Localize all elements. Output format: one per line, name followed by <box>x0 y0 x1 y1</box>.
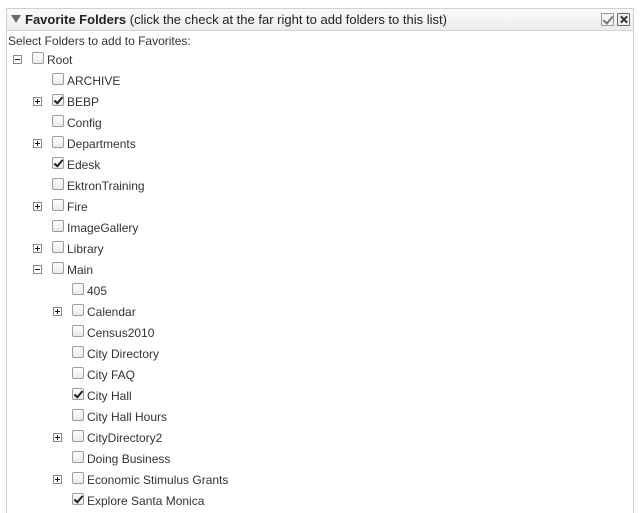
expand-icon[interactable] <box>33 244 42 253</box>
tree-row: ARCHIVE <box>7 73 607 91</box>
expand-icon[interactable] <box>53 433 62 442</box>
folder-label[interactable]: Calendar <box>87 305 136 319</box>
expand-icon[interactable] <box>33 202 42 211</box>
tree-row: 405 <box>7 283 607 301</box>
folder-checkbox[interactable] <box>72 409 84 421</box>
folder-checkbox[interactable] <box>52 157 64 169</box>
folder-label[interactable]: BEBP <box>67 95 99 109</box>
expand-icon[interactable] <box>33 97 42 106</box>
folder-label[interactable]: City Hall Hours <box>87 410 167 424</box>
folder-label[interactable]: Edesk <box>67 158 100 172</box>
collapse-icon[interactable] <box>33 265 42 274</box>
tree-row: Library <box>7 241 607 259</box>
folder-checkbox[interactable] <box>32 52 44 64</box>
expand-icon[interactable] <box>53 307 62 316</box>
panel-header: Favorite Folders (click the check at the… <box>7 9 633 31</box>
folder-checkbox[interactable] <box>72 472 84 484</box>
folder-checkbox[interactable] <box>52 241 64 253</box>
folder-checkbox[interactable] <box>72 493 84 505</box>
folder-label[interactable]: Library <box>67 242 104 256</box>
folder-label[interactable]: Explore Santa Monica <box>87 494 204 508</box>
folder-checkbox[interactable] <box>72 346 84 358</box>
folder-label[interactable]: Census2010 <box>87 326 154 340</box>
triangle-down-icon[interactable] <box>11 15 21 23</box>
tree-row: Doing Business <box>7 451 607 469</box>
tree-row: Economic Stimulus Grants <box>7 472 607 490</box>
folder-checkbox[interactable] <box>72 283 84 295</box>
folder-checkbox[interactable] <box>52 94 64 106</box>
folder-label[interactable]: City Directory <box>87 347 159 361</box>
check-icon[interactable] <box>601 13 614 26</box>
folder-checkbox[interactable] <box>72 325 84 337</box>
folder-checkbox[interactable] <box>52 178 64 190</box>
tree-row: CityDirectory2 <box>7 430 607 448</box>
tree-row: Main <box>7 262 607 280</box>
tree-row: EktronTraining <box>7 178 607 196</box>
expand-icon[interactable] <box>33 139 42 148</box>
folder-label[interactable]: City FAQ <box>87 368 135 382</box>
favorite-folders-panel: Favorite Folders (click the check at the… <box>6 8 634 513</box>
panel-title-main: Favorite Folders <box>25 12 127 27</box>
tree-row: City Hall <box>7 388 607 406</box>
folder-checkbox[interactable] <box>52 73 64 85</box>
folder-label[interactable]: CityDirectory2 <box>87 431 162 445</box>
folder-label[interactable]: Config <box>67 116 102 130</box>
folder-checkbox[interactable] <box>52 136 64 148</box>
tree-row: City Hall Hours <box>7 409 607 427</box>
folder-checkbox[interactable] <box>52 220 64 232</box>
folder-checkbox[interactable] <box>52 262 64 274</box>
folder-label[interactable]: EktronTraining <box>67 179 145 193</box>
tree-row: Departments <box>7 136 607 154</box>
folder-label[interactable]: ImageGallery <box>67 221 138 235</box>
tree-row: Explore Santa Monica <box>7 493 607 511</box>
folder-label[interactable]: Departments <box>67 137 136 151</box>
folder-checkbox[interactable] <box>52 199 64 211</box>
instructions-text: Select Folders to add to Favorites: <box>8 34 191 48</box>
tree-row: City Directory <box>7 346 607 364</box>
folder-label[interactable]: Fire <box>67 200 88 214</box>
folder-checkbox[interactable] <box>52 115 64 127</box>
panel-title: Favorite Folders (click the check at the… <box>25 12 447 27</box>
folder-label[interactable]: Root <box>47 53 72 67</box>
folder-checkbox[interactable] <box>72 451 84 463</box>
folder-checkbox[interactable] <box>72 304 84 316</box>
tree-row: Root <box>7 52 607 70</box>
folder-checkbox[interactable] <box>72 367 84 379</box>
folder-label[interactable]: Main <box>67 263 93 277</box>
expand-icon[interactable] <box>53 475 62 484</box>
panel-title-hint: (click the check at the far right to add… <box>126 12 447 27</box>
folder-label[interactable]: Economic Stimulus Grants <box>87 473 228 487</box>
folder-label[interactable]: Doing Business <box>87 452 170 466</box>
tree-row: BEBP <box>7 94 607 112</box>
close-icon[interactable] <box>617 13 630 26</box>
tree-row: Edesk <box>7 157 607 175</box>
tree-row: Fire <box>7 199 607 217</box>
tree-row: ImageGallery <box>7 220 607 238</box>
folder-label[interactable]: City Hall <box>87 389 132 403</box>
tree-row: Census2010 <box>7 325 607 343</box>
tree-row: City FAQ <box>7 367 607 385</box>
tree-row: Config <box>7 115 607 133</box>
folder-checkbox[interactable] <box>72 430 84 442</box>
tree-row: Calendar <box>7 304 607 322</box>
folder-checkbox[interactable] <box>72 388 84 400</box>
collapse-icon[interactable] <box>13 55 22 64</box>
folder-label[interactable]: ARCHIVE <box>67 74 120 88</box>
folder-label[interactable]: 405 <box>87 284 107 298</box>
